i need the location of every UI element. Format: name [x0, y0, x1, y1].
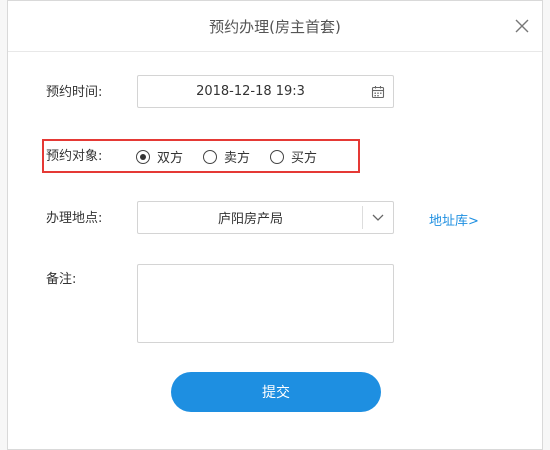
submit-button[interactable]: 提交 — [171, 372, 381, 412]
time-value: 2018-12-18 19:3 — [196, 84, 305, 99]
location-value: 庐阳房产局 — [217, 212, 283, 227]
radio-both-label: 双方 — [157, 151, 184, 166]
address-library-link[interactable]: 地址库> — [429, 210, 479, 229]
location-label: 办理地点: — [46, 211, 103, 226]
radio-seller[interactable]: 卖方 — [203, 147, 250, 166]
chevron-down-icon[interactable] — [371, 213, 385, 223]
time-label: 预约时间: — [46, 85, 103, 100]
location-select[interactable]: 庐阳房产局 — [137, 201, 394, 234]
radio-both-circle[interactable] — [136, 149, 150, 164]
select-divider — [362, 206, 363, 229]
radio-buyer-circle[interactable] — [270, 149, 285, 164]
target-label: 预约对象: — [46, 149, 103, 164]
close-icon — [515, 19, 529, 33]
close-button[interactable] — [512, 16, 532, 36]
calendar-icon[interactable] — [371, 85, 385, 99]
radio-both[interactable]: 双方 — [136, 147, 183, 166]
target-radio-group: 双方 卖方 买方 — [136, 147, 337, 166]
radio-buyer-label: 买方 — [291, 151, 318, 166]
time-input[interactable]: 2018-12-18 19:3 — [137, 75, 394, 108]
radio-buyer[interactable]: 买方 — [270, 147, 317, 166]
remark-textarea[interactable] — [137, 264, 394, 343]
radio-seller-circle[interactable] — [203, 149, 218, 164]
appointment-dialog: 预约办理(房主首套) 预约时间: 2018-12-18 19:3 预约对象: 双… — [7, 0, 543, 450]
dialog-title: 预约办理(房主首套) — [209, 17, 341, 36]
radio-seller-label: 卖方 — [224, 151, 251, 166]
dialog-header: 预约办理(房主首套) — [8, 1, 542, 52]
remark-label: 备注: — [46, 272, 77, 287]
